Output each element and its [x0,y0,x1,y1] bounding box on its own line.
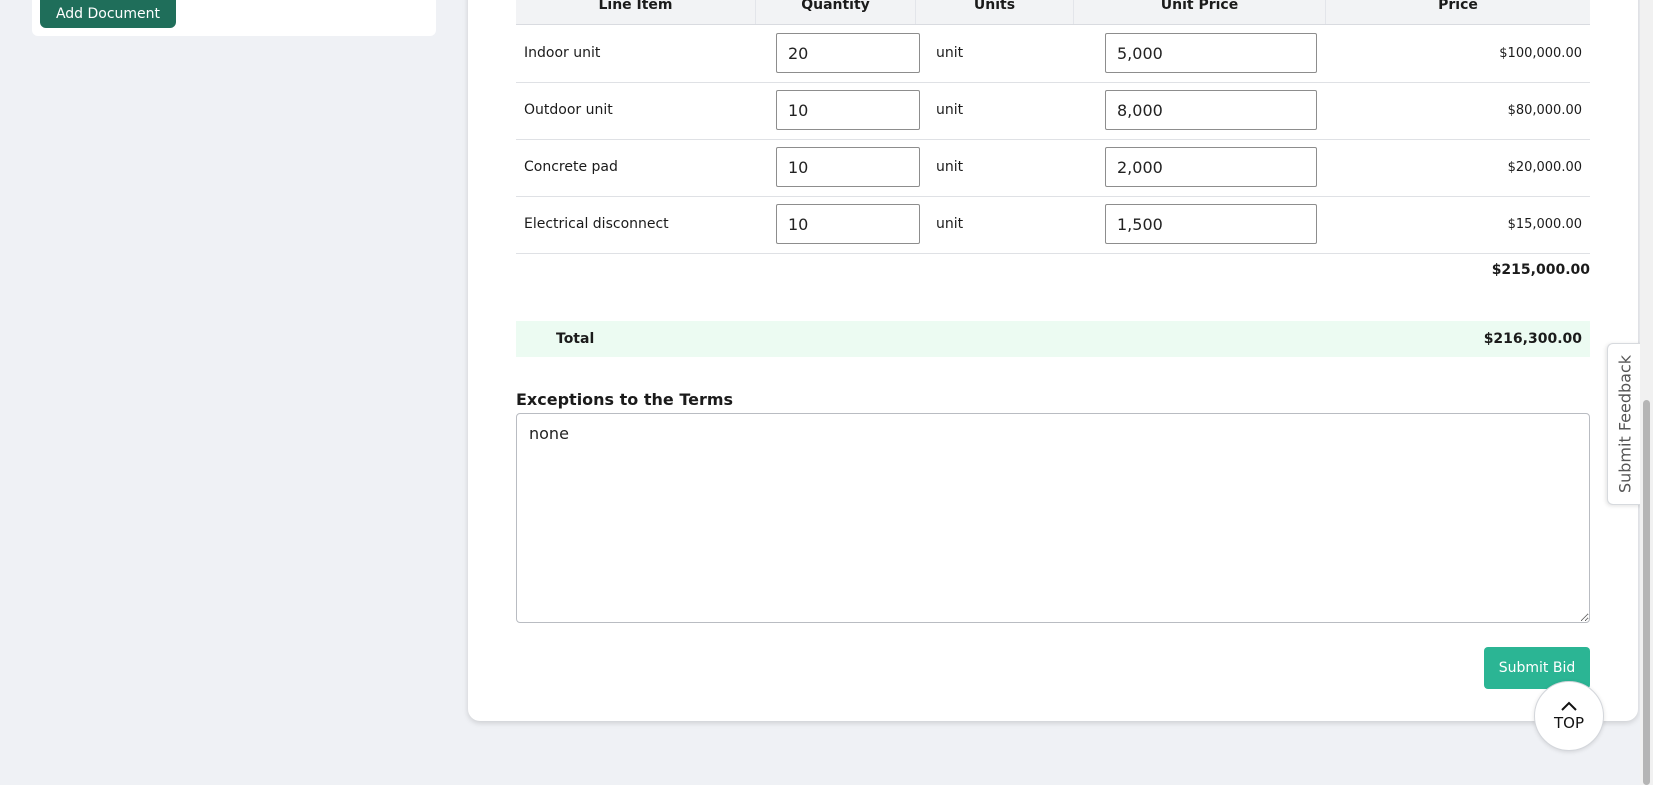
submit-feedback-tab[interactable]: Submit Feedback [1607,343,1642,505]
units-label: unit [936,102,964,118]
add-document-button[interactable]: Add Document [40,0,176,28]
page-scrollbar[interactable] [1640,0,1653,785]
unit-price-input[interactable] [1105,147,1317,187]
quantity-input[interactable] [776,33,920,73]
table-row: Electrical disconnect unit $15,000.00 [516,196,1590,254]
top-label: TOP [1553,713,1584,732]
table-header: Line Item Quantity Units Unit Price Pric… [516,0,1590,25]
unit-price-input[interactable] [1105,33,1317,73]
total-label: Total [556,331,595,347]
document-panel: Add Document [32,0,436,36]
line-price: $20,000.00 [1507,160,1582,175]
unit-price-input[interactable] [1105,204,1317,244]
subtotal-value: $215,000.00 [1491,262,1590,278]
header-price: Price [1438,0,1478,13]
table-row: Outdoor unit unit $80,000.00 [516,82,1590,140]
line-item-name: Outdoor unit [524,102,613,118]
line-price: $100,000.00 [1499,46,1582,61]
total-value: $216,300.00 [1483,331,1582,347]
quantity-input[interactable] [776,204,920,244]
table-row: Indoor unit unit $100,000.00 [516,25,1590,83]
quantity-input[interactable] [776,90,920,130]
table-row: Concrete pad unit $20,000.00 [516,139,1590,197]
line-item-name: Concrete pad [524,159,618,175]
total-bar: Total $216,300.00 [516,321,1590,357]
quantity-input[interactable] [776,147,920,187]
line-item-name: Indoor unit [524,45,601,61]
line-price: $80,000.00 [1507,103,1582,118]
line-price: $15,000.00 [1507,217,1582,232]
line-item-name: Electrical disconnect [524,216,669,232]
scrollbar-thumb[interactable] [1643,400,1650,785]
scroll-to-top-button[interactable]: TOP [1534,681,1604,751]
header-quantity: Quantity [756,0,916,24]
header-units: Units [916,0,1074,24]
chevron-up-icon [1561,701,1577,711]
exceptions-textarea[interactable]: none [516,413,1590,623]
unit-price-input[interactable] [1105,90,1317,130]
header-line-item: Line Item [516,0,756,24]
units-label: unit [936,45,964,61]
units-label: unit [936,159,964,175]
header-unit-price: Unit Price [1074,0,1326,24]
exceptions-label: Exceptions to the Terms [516,390,734,409]
units-label: unit [936,216,964,232]
feedback-label: Submit Feedback [1615,354,1635,494]
